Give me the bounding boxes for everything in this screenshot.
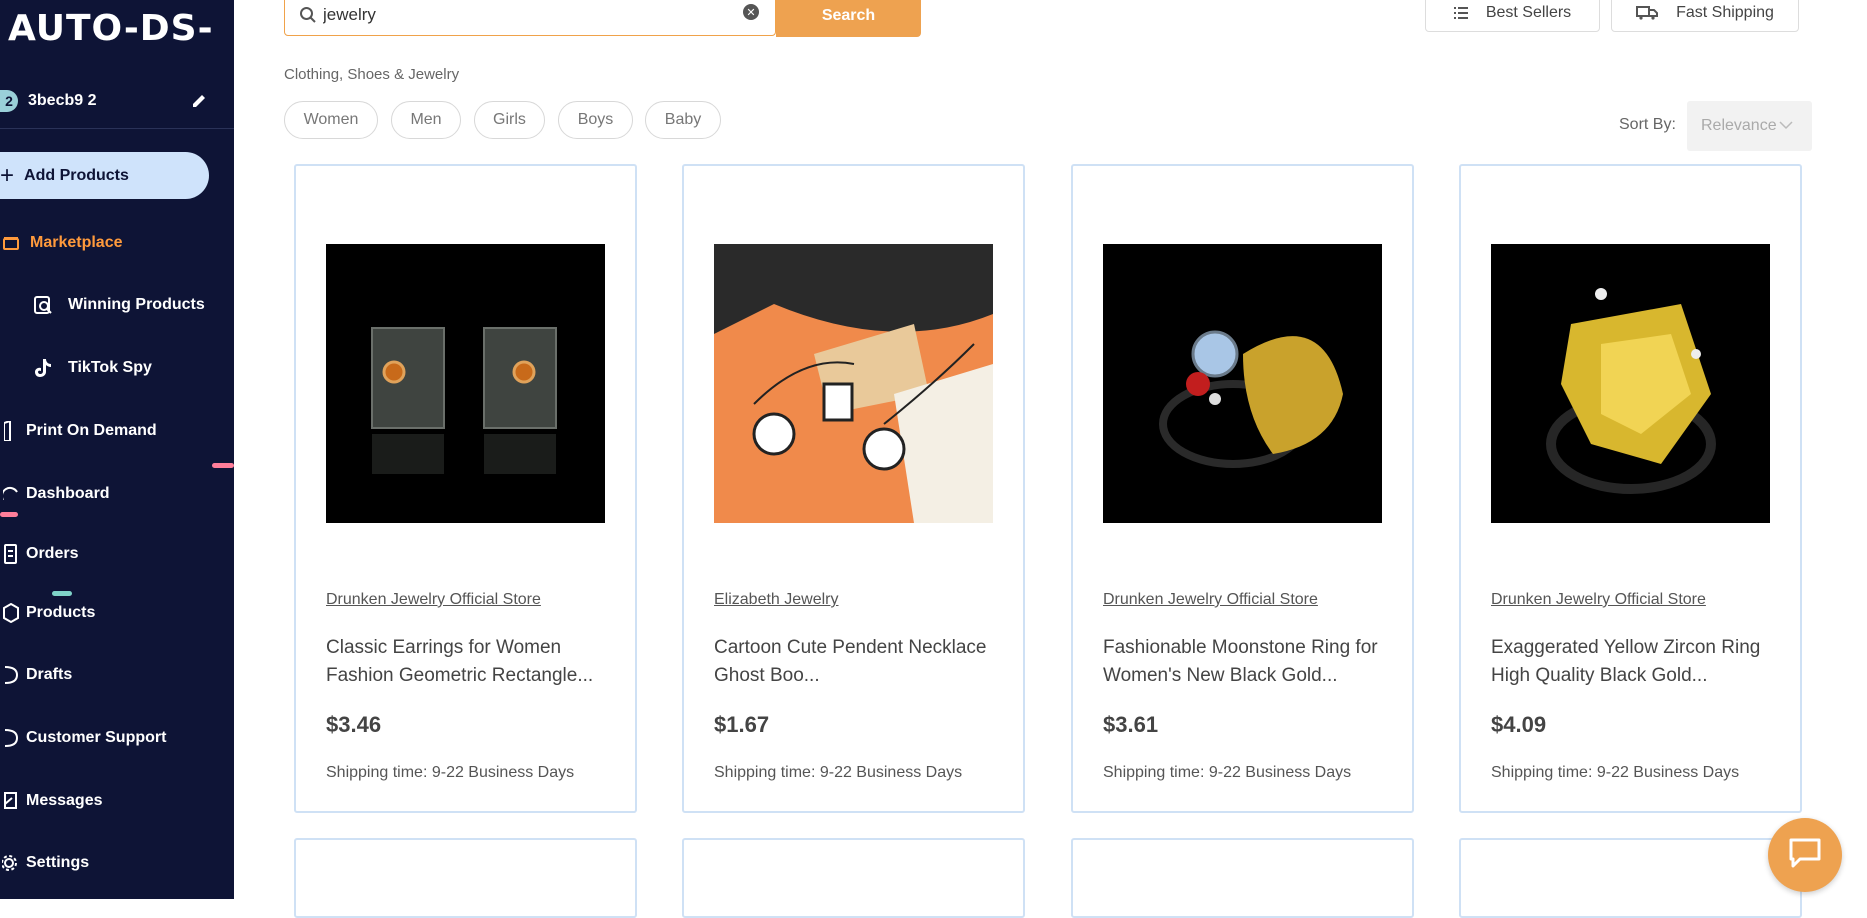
gauge-icon: [0, 483, 22, 505]
search-input[interactable]: [323, 5, 723, 25]
product-title[interactable]: Classic Earrings for Women Fashion Geome…: [326, 634, 611, 690]
product-card[interactable]: [682, 838, 1025, 918]
sidebar-item-label: Settings: [26, 854, 90, 871]
chip-girls[interactable]: Girls: [474, 101, 545, 139]
fast-shipping-button[interactable]: Fast Shipping: [1611, 0, 1799, 32]
best-sellers-button[interactable]: Best Sellers: [1425, 0, 1600, 32]
store-link[interactable]: Drunken Jewelry Official Store: [1103, 591, 1318, 609]
product-image[interactable]: [326, 244, 605, 523]
sidebar-item-tiktok-spy[interactable]: TikTok Spy: [0, 350, 234, 386]
sidebar-item-messages[interactable]: Messages: [0, 783, 234, 819]
product-price: $4.09: [1491, 712, 1547, 737]
product-price: $1.67: [714, 712, 770, 737]
product-image[interactable]: [714, 244, 993, 523]
gear-icon: [0, 852, 22, 874]
progress-marker: [0, 512, 18, 517]
product-card[interactable]: [1459, 838, 1802, 918]
product-title[interactable]: Fashionable Moonstone Ring for Women's N…: [1103, 634, 1388, 690]
sort-select[interactable]: Relevance: [1687, 101, 1812, 151]
product-price: $3.61: [1103, 712, 1159, 737]
sidebar-item-products[interactable]: Products: [0, 595, 234, 631]
sidebar-item-print-on-demand[interactable]: Print On Demand: [0, 413, 234, 449]
truck-icon: [1636, 6, 1659, 20]
search-icon: [299, 6, 317, 24]
sidebar-item-settings[interactable]: Settings: [0, 845, 234, 881]
support-icon: [0, 727, 22, 749]
add-products-label: Add Products: [24, 166, 129, 184]
shipping-time: Shipping time: 9-22 Business Days: [714, 764, 963, 781]
sidebar-item-label: Messages: [26, 792, 103, 809]
sidebar-item-winning-products[interactable]: Winning Products: [0, 287, 234, 323]
product-card[interactable]: Elizabeth Jewelry Cartoon Cute Pendent N…: [682, 164, 1025, 813]
store-link[interactable]: Drunken Jewelry Official Store: [1491, 591, 1706, 609]
category-breadcrumb[interactable]: Clothing, Shoes & Jewelry: [284, 66, 459, 83]
sidebar-item-label: Orders: [26, 545, 79, 562]
product-card[interactable]: [294, 838, 637, 918]
progress-marker: [212, 463, 234, 468]
pencil-icon[interactable]: [190, 92, 208, 110]
product-image[interactable]: [1491, 244, 1770, 523]
store-link[interactable]: Drunken Jewelry Official Store: [326, 591, 541, 609]
product-card[interactable]: Drunken Jewelry Official Store Classic E…: [294, 164, 637, 813]
clear-search-icon[interactable]: ✕: [743, 4, 759, 20]
store-link[interactable]: Elizabeth Jewelry: [714, 591, 839, 609]
drafts-icon: [0, 664, 22, 686]
product-title[interactable]: Exaggerated Yellow Zircon Ring High Qual…: [1491, 634, 1776, 690]
product-card[interactable]: [1071, 838, 1414, 918]
box-icon: [0, 602, 22, 624]
sidebar-item-dashboard[interactable]: Dashboard: [0, 476, 234, 512]
chip-baby[interactable]: Baby: [645, 101, 721, 139]
trophy-search-icon: [32, 294, 54, 316]
autods-logo[interactable]: AUTO-DS-: [8, 8, 214, 49]
sidebar-item-customer-support[interactable]: Customer Support: [0, 720, 234, 756]
sort-label: Sort By:: [1619, 116, 1676, 133]
store-icon: [0, 232, 22, 254]
tiktok-icon: [32, 357, 54, 379]
fast-shipping-label: Fast Shipping: [1676, 4, 1774, 21]
message-icon: [0, 790, 22, 812]
sidebar-item-drafts[interactable]: Drafts: [0, 657, 234, 693]
sidebar-item-label: Products: [26, 604, 96, 621]
plus-icon: +: [0, 161, 15, 189]
product-title[interactable]: Cartoon Cute Pendent Necklace Ghost Boo.…: [714, 634, 999, 690]
search-bar: [284, 0, 776, 36]
chip-boys[interactable]: Boys: [558, 101, 633, 139]
chat-button[interactable]: [1768, 818, 1842, 892]
account-name: 3becb9 2: [28, 92, 97, 109]
sidebar-divider: [0, 128, 234, 129]
sidebar-item-label: Customer Support: [26, 729, 167, 746]
product-card[interactable]: Drunken Jewelry Official Store Exaggerat…: [1459, 164, 1802, 813]
shipping-time: Shipping time: 9-22 Business Days: [326, 764, 575, 781]
sort-value: Relevance: [1701, 117, 1777, 134]
sidebar: AUTO-DS- 2 3becb9 2 + Add Products Marke…: [0, 0, 234, 899]
sidebar-item-label: TikTok Spy: [68, 359, 152, 376]
chip-men[interactable]: Men: [391, 101, 461, 139]
best-sellers-label: Best Sellers: [1485, 4, 1572, 21]
chat-bubble-icon: [1788, 837, 1822, 874]
sidebar-item-label: Drafts: [26, 666, 73, 683]
sidebar-item-orders[interactable]: Orders: [0, 536, 234, 572]
sidebar-item-label: Winning Products: [68, 296, 205, 313]
orders-icon: [0, 543, 22, 565]
search-button[interactable]: Search: [776, 0, 921, 37]
chip-women[interactable]: Women: [284, 101, 378, 139]
sidebar-item-label: Print On Demand: [26, 422, 157, 439]
shipping-time: Shipping time: 9-22 Business Days: [1491, 764, 1740, 781]
chevron-down-icon: [1779, 117, 1793, 135]
add-products-button[interactable]: + Add Products: [0, 152, 209, 199]
account-number-badge: 2: [0, 90, 18, 112]
shirt-icon: [0, 420, 22, 442]
sidebar-item-marketplace[interactable]: Marketplace: [0, 225, 234, 261]
shipping-time: Shipping time: 9-22 Business Days: [1103, 764, 1352, 781]
sidebar-item-label: Dashboard: [26, 485, 110, 502]
product-price: $3.46: [326, 712, 382, 737]
sidebar-item-label: Marketplace: [30, 234, 123, 251]
list-icon: [1453, 7, 1468, 19]
product-image[interactable]: [1103, 244, 1382, 523]
product-card[interactable]: Drunken Jewelry Official Store Fashionab…: [1071, 164, 1414, 813]
account-switcher[interactable]: 2 3becb9 2: [0, 86, 234, 116]
